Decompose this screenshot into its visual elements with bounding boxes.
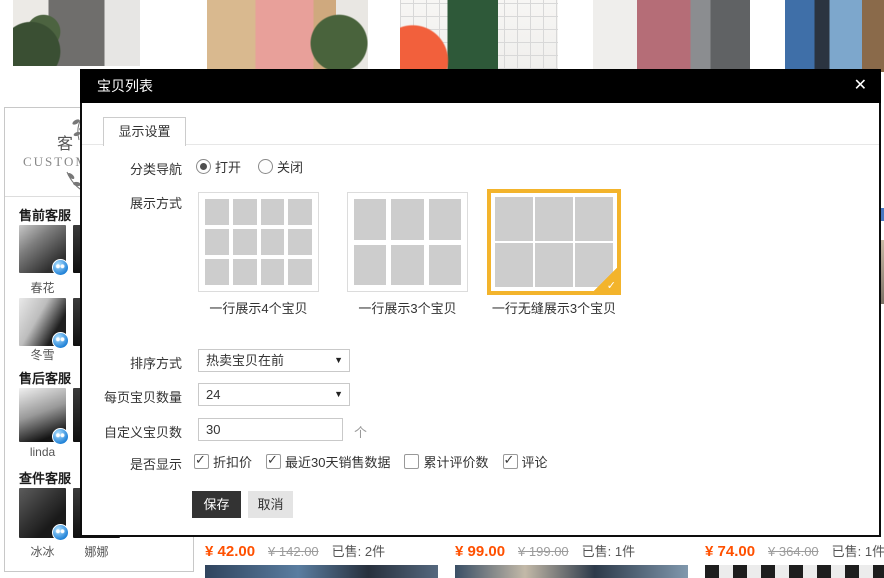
agent-name: 春花 (19, 279, 66, 296)
radio-option-open[interactable]: 打开 (196, 157, 241, 176)
save-button[interactable]: 保存 (192, 491, 241, 518)
price-current: ¥ 99.00 (455, 543, 505, 560)
agent-avatar-dongxue[interactable] (19, 298, 66, 346)
section-title-tracking: 查件客服 (19, 468, 71, 487)
checkbox-label: 最近30天销售数据 (285, 455, 390, 470)
radio-option-close[interactable]: 关闭 (258, 157, 303, 176)
toggle-30day-sales[interactable]: 最近30天销售数据 (266, 452, 390, 471)
radio-label: 打开 (215, 160, 241, 175)
price-current: ¥ 42.00 (205, 543, 255, 560)
field-label-sort: 排序方式 (82, 353, 182, 372)
checkbox-label: 评论 (522, 455, 548, 470)
product-photo-bottom-3[interactable] (705, 565, 884, 578)
chevron-down-icon: ▼ (334, 384, 343, 405)
product-photo-4[interactable] (593, 0, 750, 69)
wangwang-chat-icon[interactable] (52, 524, 69, 541)
wangwang-chat-icon[interactable] (52, 428, 69, 445)
agent-avatar-chunhua[interactable] (19, 225, 66, 273)
agent-name: 冬雪 (19, 346, 66, 363)
product-photo-1[interactable] (13, 0, 140, 66)
page-size-select-value: 24 (206, 387, 220, 402)
checkbox-icon[interactable] (404, 454, 419, 469)
display-mode-option-3-per-row[interactable]: ✓ (347, 192, 468, 292)
listing-price-row: ¥ 74.00 ¥ 364.00 已售: 1件 (705, 541, 884, 561)
display-toggles-group: 折扣价 最近30天销售数据 累计评价数 评论 (194, 452, 548, 471)
field-label-category-nav: 分类导航 (82, 159, 182, 178)
tab-divider (82, 144, 879, 145)
price-original: ¥ 364.00 (768, 544, 819, 559)
toggle-discount-price[interactable]: 折扣价 (194, 452, 252, 471)
display-mode-caption: 一行展示3个宝贝 (347, 298, 468, 317)
agent-name: 冰冰 (19, 543, 66, 560)
product-photo-5[interactable] (785, 0, 884, 72)
category-nav-radio-group: 打开 关闭 (196, 157, 303, 176)
checkbox-label: 累计评价数 (423, 455, 488, 470)
close-icon[interactable]: ✕ (854, 69, 867, 103)
dialog-header: 宝贝列表 ✕ (80, 69, 881, 103)
checkbox-icon[interactable] (503, 454, 518, 469)
listing-price-row: ¥ 42.00 ¥ 142.00 已售: 2件 (205, 541, 385, 561)
product-photo-2[interactable] (207, 0, 368, 72)
field-label-custom-count: 自定义宝贝数 (82, 422, 182, 441)
service-logo-cn: 客 (57, 130, 73, 154)
sold-count: 已售: 1件 (582, 541, 635, 560)
page: 客 CUSTOM 售前客服 春花 冬雪 售后客服 linda 查件客服 (0, 0, 884, 578)
price-original: ¥ 142.00 (268, 544, 319, 559)
tab-display-settings[interactable]: 显示设置 (103, 117, 186, 146)
section-title-aftersale: 售后客服 (19, 368, 71, 387)
product-photo-bottom-2[interactable] (455, 565, 688, 578)
dialog-title: 宝贝列表 (97, 69, 153, 103)
display-mode-caption: 一行展示4个宝贝 (198, 298, 319, 317)
cancel-button[interactable]: 取消 (248, 491, 293, 518)
custom-count-input[interactable]: 30 (198, 418, 343, 441)
radio-icon[interactable] (258, 159, 273, 174)
toggle-comments[interactable]: 评论 (503, 452, 548, 471)
display-mode-option-3-seamless[interactable]: ✓ (487, 189, 621, 295)
custom-count-unit: 个 (354, 422, 367, 441)
field-label-page-size: 每页宝贝数量 (82, 387, 182, 406)
price-original: ¥ 199.00 (518, 544, 569, 559)
field-label-display-mode: 展示方式 (82, 193, 182, 212)
display-mode-option-4-per-row[interactable]: ✓ (198, 192, 319, 292)
sold-count: 已售: 1件 (832, 541, 884, 560)
product-list-settings-dialog: 宝贝列表 ✕ 显示设置 分类导航 打开 关闭 展示方式 ✓ ✓ ✓ 一行展示4个… (80, 69, 881, 537)
checkbox-icon[interactable] (194, 454, 209, 469)
sort-select[interactable]: 热卖宝贝在前 ▼ (198, 349, 350, 372)
radio-icon[interactable] (196, 159, 211, 174)
agent-name: 娜娜 (73, 543, 120, 560)
check-icon: ✓ (607, 279, 616, 292)
radio-label: 关闭 (277, 160, 303, 175)
agent-name: linda (19, 445, 66, 459)
product-photo-3[interactable] (400, 0, 558, 69)
agent-avatar-linda[interactable] (19, 388, 66, 442)
display-mode-caption: 一行无缝展示3个宝贝 (487, 298, 621, 317)
chevron-down-icon: ▼ (334, 350, 343, 371)
toggle-review-count[interactable]: 累计评价数 (404, 452, 488, 471)
checkbox-label: 折扣价 (213, 455, 252, 470)
wangwang-chat-icon[interactable] (52, 259, 69, 276)
price-current: ¥ 74.00 (705, 543, 755, 560)
agent-avatar-bingbing[interactable] (19, 488, 66, 538)
checkbox-icon[interactable] (266, 454, 281, 469)
product-photo-bottom-1[interactable] (205, 565, 438, 578)
sold-count: 已售: 2件 (332, 541, 385, 560)
selected-corner-badge: ✓ (593, 267, 618, 292)
field-label-display-toggles: 是否显示 (82, 454, 182, 473)
page-size-select[interactable]: 24 ▼ (198, 383, 350, 406)
listing-price-row: ¥ 99.00 ¥ 199.00 已售: 1件 (455, 541, 635, 561)
sort-select-value: 热卖宝贝在前 (206, 353, 284, 368)
section-title-presale: 售前客服 (19, 205, 71, 224)
